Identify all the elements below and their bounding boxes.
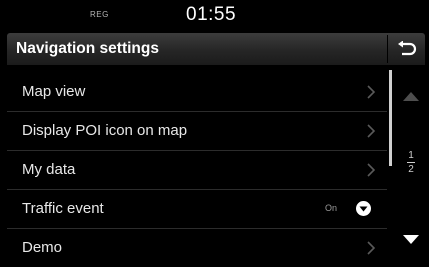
menu-item-traffic-event[interactable]: Traffic event On — [7, 190, 387, 229]
menu-item-display-poi[interactable]: Display POI icon on map — [7, 112, 387, 151]
back-button[interactable] — [388, 33, 425, 65]
traffic-event-state: On — [325, 203, 338, 213]
page-divider — [407, 162, 415, 163]
header-bar: Navigation settings — [7, 33, 425, 65]
chevron-right-icon — [367, 241, 375, 255]
menu-item-label: Display POI icon on map — [22, 122, 188, 139]
status-bar: REG 01:55 — [0, 0, 429, 31]
back-arrow-icon — [397, 41, 416, 56]
total-pages: 2 — [408, 164, 414, 175]
menu-item-label: Map view — [22, 83, 86, 100]
settings-list: Map view Display POI icon on map My data… — [7, 73, 387, 267]
page-indicator: 1 2 — [405, 150, 417, 175]
chevron-right-icon — [367, 163, 375, 177]
scrollbar-thumb[interactable] — [389, 70, 392, 166]
menu-item-map-view[interactable]: Map view — [7, 73, 387, 112]
scroll-up-icon[interactable] — [403, 92, 419, 101]
menu-item-my-data[interactable]: My data — [7, 151, 387, 190]
scroll-down-icon[interactable] — [403, 235, 419, 244]
reg-indicator: REG — [90, 10, 109, 19]
menu-item-label: Demo — [22, 239, 63, 256]
menu-item-demo[interactable]: Demo — [7, 229, 387, 267]
clock: 01:55 — [186, 4, 237, 25]
chevron-right-icon — [367, 85, 375, 99]
chevron-right-icon — [367, 124, 375, 138]
current-page: 1 — [408, 150, 414, 161]
menu-item-label: Traffic event — [22, 200, 104, 217]
screen: REG 01:55 Navigation settings Map view D… — [0, 0, 429, 259]
page-title: Navigation settings — [16, 40, 159, 57]
chevron-down-circle-icon[interactable] — [356, 201, 371, 216]
menu-item-label: My data — [22, 161, 76, 178]
